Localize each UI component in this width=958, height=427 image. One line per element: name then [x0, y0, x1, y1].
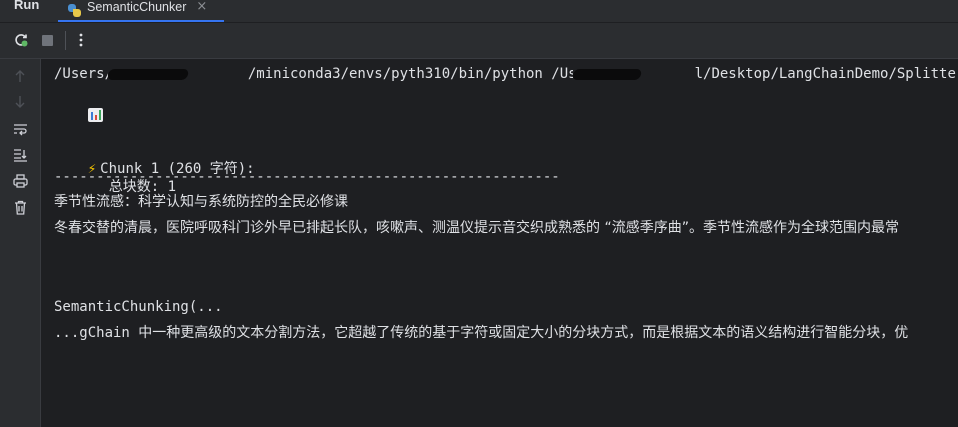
scroll-up-icon[interactable]	[11, 67, 29, 85]
divider-line: ----------------------------------------…	[54, 169, 560, 185]
scroll-down-icon[interactable]	[11, 93, 29, 111]
bar-chart-icon	[87, 108, 103, 122]
semantic-body-line: ...gChain 中一种更高级的文本分割方法，它超越了传统的基于字符或固定大小…	[54, 325, 909, 341]
run-title: Run	[14, 0, 40, 12]
close-icon[interactable]: ×	[196, 0, 207, 14]
run-toolbar	[0, 23, 958, 59]
toolbar-separator	[65, 31, 66, 50]
redaction-mark	[106, 66, 190, 82]
console-side-toolbar	[0, 59, 41, 427]
tab-semantic-chunker[interactable]: SemanticChunker ×	[58, 0, 224, 22]
chunk-title-line: 季节性流感：科学认知与系统防控的全民必修课	[54, 194, 348, 210]
tool-window-header: Run SemanticChunker ×	[0, 0, 958, 23]
more-options-icon[interactable]	[72, 31, 90, 49]
chunk-body-line: 冬春交替的清晨，医院呼吸科门诊外早已排起长队，咳嗽声、测温仪提示音交织成熟悉的 …	[54, 220, 899, 236]
console-output[interactable]: /Users/ /miniconda3/envs/pyth310/bin/pyt…	[41, 59, 958, 427]
scroll-to-end-icon[interactable]	[11, 146, 29, 164]
stop-icon[interactable]	[38, 31, 56, 49]
redaction-mark	[571, 66, 643, 82]
rerun-icon[interactable]	[12, 31, 30, 49]
soft-wrap-icon[interactable]	[11, 120, 29, 138]
python-icon	[68, 3, 81, 17]
trash-icon[interactable]	[11, 198, 29, 216]
command-line: /Users/ /miniconda3/envs/pyth310/bin/pyt…	[54, 66, 958, 82]
print-icon[interactable]	[11, 172, 29, 190]
semantic-chunking-line: SemanticChunking(...	[54, 299, 223, 315]
tab-label: SemanticChunker	[87, 0, 187, 14]
